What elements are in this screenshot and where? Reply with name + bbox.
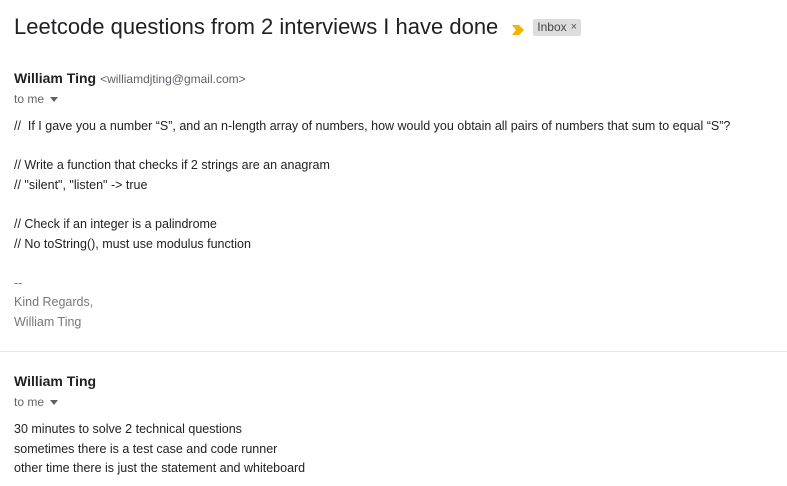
sender-email: <williamdjting@gmail.com>: [100, 72, 246, 86]
message-body: 30 minutes to solve 2 technical question…: [14, 420, 305, 479]
remove-label-icon[interactable]: ×: [571, 21, 577, 33]
body-line: // Write a function that checks if 2 str…: [14, 158, 330, 173]
body-line: // No toString(), must use modulus funct…: [14, 236, 251, 251]
body-line: [14, 195, 730, 215]
body-line: sometimes there is a test case and code …: [14, 441, 278, 456]
body-line: // If I gave you a number “S”, and an n-…: [14, 119, 731, 133]
recipient-text: to me: [14, 395, 45, 409]
body-line: // Check if an integer is a palindrome: [14, 216, 217, 231]
sender-name[interactable]: William Ting: [14, 70, 96, 86]
message-body: // If I gave you a number “S”, and an n-…: [14, 117, 730, 333]
signature-line: Kind Regards,: [14, 295, 94, 310]
chevron-down-icon[interactable]: [50, 399, 59, 405]
label-chip-text: Inbox: [537, 20, 567, 34]
recipient-details-toggle[interactable]: to me: [14, 394, 787, 410]
body-line: [14, 137, 730, 157]
importance-marker-icon[interactable]: [512, 22, 525, 35]
body-line: // "silent", "listen" -> true: [14, 177, 148, 192]
signature-line: --: [14, 275, 23, 290]
sender-line: William Ting: [14, 373, 787, 391]
sender-name[interactable]: William Ting: [14, 373, 96, 389]
signature-line: William Ting: [14, 314, 82, 329]
body-line: 30 minutes to solve 2 technical question…: [14, 422, 242, 436]
inbox-label-chip[interactable]: Inbox ×: [533, 18, 582, 36]
subject-row: Leetcode questions from 2 interviews I h…: [14, 12, 582, 42]
message-2: William Ting to me 30 minutes to solve 2…: [14, 373, 787, 475]
email-thread-view: Leetcode questions from 2 interviews I h…: [0, 0, 787, 486]
body-line: [14, 254, 730, 274]
sender-line: William Ting <williamdjting@gmail.com>: [14, 70, 787, 88]
recipient-details-toggle[interactable]: to me: [14, 91, 787, 107]
message-divider: [0, 351, 787, 352]
body-line: other time there is just the statement a…: [14, 461, 306, 476]
chevron-down-icon[interactable]: [50, 96, 59, 102]
recipient-text: to me: [14, 92, 45, 106]
email-subject: Leetcode questions from 2 interviews I h…: [14, 14, 499, 39]
message-1: William Ting <williamdjting@gmail.com> t…: [14, 70, 787, 329]
